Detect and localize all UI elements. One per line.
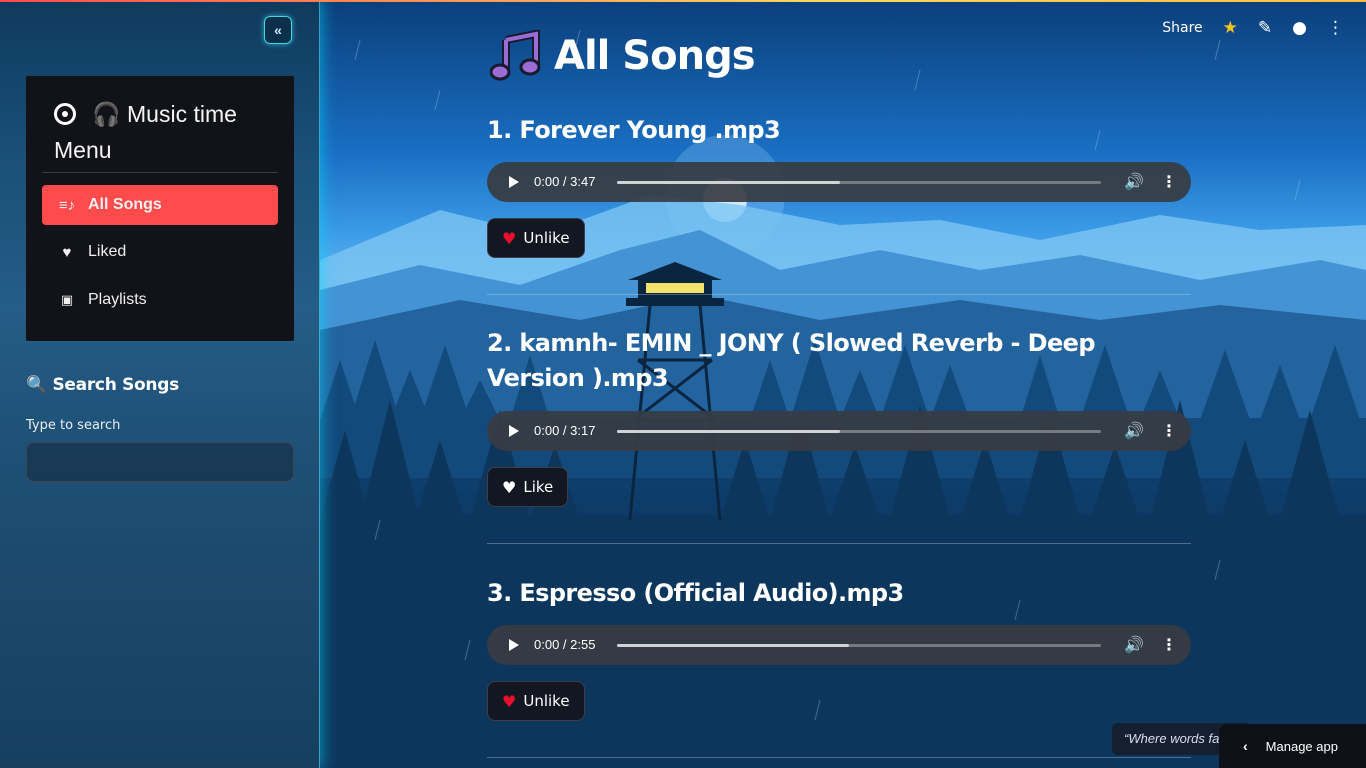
- navigation-menu: 🎧 Music time Menu ≡♪ All Songs ♥ Liked ▣…: [26, 76, 294, 341]
- like-button-label: Unlike: [523, 229, 570, 247]
- song-title: 1. Forever Young .mp3: [487, 116, 781, 144]
- song-title: 3. Espresso (Official Audio).mp3: [487, 579, 904, 607]
- player-time: 0:00 / 2:55: [534, 637, 596, 652]
- play-icon[interactable]: [509, 425, 519, 437]
- player-more-icon[interactable]: ⋮: [1161, 635, 1177, 655]
- menu-item-label: Liked: [88, 243, 127, 260]
- divider: [487, 757, 1191, 758]
- volume-icon[interactable]: 🔊: [1124, 635, 1144, 655]
- unlike-button[interactable]: ♥ Unlike: [487, 218, 585, 258]
- divider: [487, 294, 1191, 295]
- seek-bar[interactable]: [617, 430, 1101, 433]
- menu-title-line1: 🎧 Music time: [92, 101, 237, 127]
- collapse-sidebar-button[interactable]: «: [264, 16, 292, 44]
- menu-item-playlists[interactable]: ▣ Playlists: [42, 280, 278, 320]
- manage-app-label: Manage app: [1265, 738, 1338, 754]
- toolbar: Share ★ ✎ ● ⋮: [1162, 18, 1344, 38]
- manage-app-button[interactable]: ‹ Manage app: [1219, 724, 1366, 768]
- seek-bar-fill: [617, 181, 840, 184]
- like-button-label: Like: [523, 478, 554, 496]
- seek-bar[interactable]: [617, 181, 1101, 184]
- player-time: 0:00 / 3:17: [534, 423, 596, 438]
- sidebar: « 🎧 Music time Menu ≡♪ All Songs ♥ Liked…: [0, 0, 320, 768]
- heart-icon: ♥: [62, 243, 72, 261]
- menu-title-line2: Menu: [54, 137, 112, 163]
- like-button[interactable]: ♥ Like: [487, 467, 569, 507]
- speaker-icon: ▣: [60, 292, 74, 307]
- search-label: Type to search: [26, 418, 121, 433]
- seek-bar[interactable]: [617, 644, 1101, 647]
- like-button-label: Unlike: [523, 692, 570, 710]
- github-icon[interactable]: ●: [1292, 18, 1307, 38]
- star-icon[interactable]: ★: [1223, 18, 1238, 38]
- seek-bar-fill: [617, 644, 850, 647]
- audio-player[interactable]: 0:00 / 3:47 🔊 ⋮: [487, 162, 1191, 202]
- page-title-text: All Songs: [554, 33, 756, 79]
- player-more-icon[interactable]: ⋮: [1161, 172, 1177, 192]
- play-icon[interactable]: [509, 176, 519, 188]
- top-accent-line: [0, 0, 1366, 2]
- disc-icon: [54, 103, 76, 125]
- unlike-button[interactable]: ♥ Unlike: [487, 681, 585, 721]
- volume-icon[interactable]: 🔊: [1124, 172, 1144, 192]
- heart-icon: ♥: [502, 477, 517, 497]
- search-heading: 🔍 Search Songs: [26, 375, 179, 395]
- player-more-icon[interactable]: ⋮: [1161, 421, 1177, 441]
- menu-title: 🎧 Music time Menu: [54, 96, 284, 168]
- menu-item-label: Playlists: [88, 291, 147, 308]
- play-icon[interactable]: [509, 639, 519, 651]
- song-title: 2. kamnh- EMIN _ JONY ( Slowed Reverb - …: [487, 329, 1096, 392]
- music-note-icon: [490, 30, 541, 81]
- page-title: All Songs: [490, 30, 756, 82]
- heart-icon: ♥: [502, 228, 517, 248]
- audio-player[interactable]: 0:00 / 3:17 🔊 ⋮: [487, 411, 1191, 451]
- menu-item-all-songs[interactable]: ≡♪ All Songs: [42, 185, 278, 225]
- audio-player[interactable]: 0:00 / 2:55 🔊 ⋮: [487, 625, 1191, 665]
- chevron-left-icon: ‹: [1243, 738, 1248, 754]
- menu-item-liked[interactable]: ♥ Liked: [42, 232, 278, 272]
- menu-divider: [42, 172, 278, 173]
- player-time: 0:00 / 3:47: [534, 174, 596, 189]
- share-button[interactable]: Share: [1162, 20, 1202, 36]
- seek-bar-fill: [617, 430, 840, 433]
- search-input[interactable]: [26, 442, 294, 482]
- more-menu-icon[interactable]: ⋮: [1327, 18, 1344, 38]
- edit-icon[interactable]: ✎: [1258, 18, 1272, 38]
- menu-item-label: All Songs: [88, 196, 162, 213]
- divider: [487, 543, 1191, 544]
- playlist-icon: ≡♪: [58, 196, 76, 214]
- volume-icon[interactable]: 🔊: [1124, 421, 1144, 441]
- heart-icon: ♥: [502, 691, 517, 711]
